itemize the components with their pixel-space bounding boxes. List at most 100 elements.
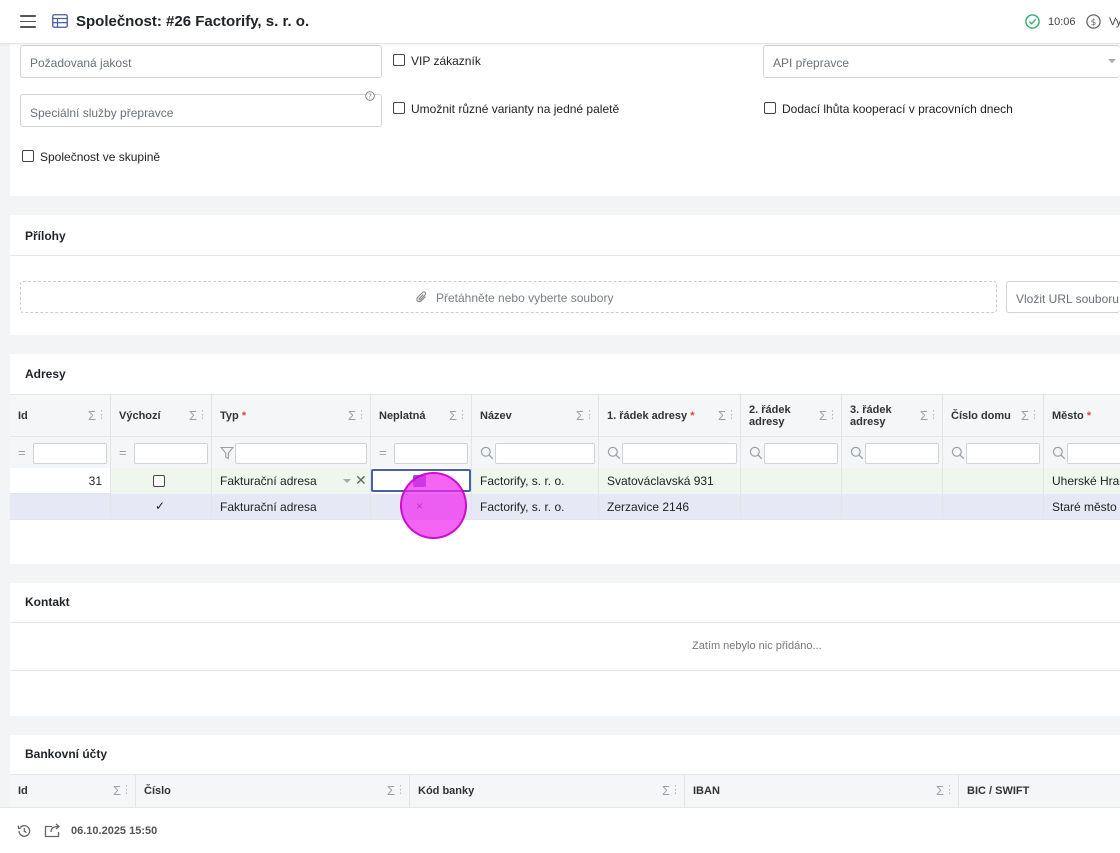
dollar-circle-icon[interactable]: $ [1086, 14, 1101, 29]
sum-icon[interactable]: Σ [920, 408, 928, 423]
filter-input[interactable] [495, 443, 595, 464]
table-row[interactable]: 31 Fakturační adresa ✕ Factorify, s. r. … [10, 468, 1120, 494]
special-services-field[interactable]: Speciální služby přepravce ? [20, 91, 382, 127]
search-icon[interactable] [850, 446, 864, 460]
equals-icon[interactable]: = [18, 445, 32, 460]
column-header-iban[interactable]: IBAN Σ ⋮ [685, 775, 959, 807]
name-cell[interactable]: Factorify, s. r. o. [472, 494, 599, 520]
funnel-icon[interactable] [220, 446, 234, 460]
chevron-down-icon[interactable] [343, 479, 351, 483]
city-cell[interactable]: Staré město [1044, 494, 1120, 520]
column-menu-icon[interactable]: ⋮ [121, 783, 132, 796]
sum-icon[interactable]: Σ [113, 783, 121, 798]
filter-input[interactable] [235, 443, 367, 464]
equals-icon[interactable]: = [379, 445, 393, 460]
menu-icon[interactable] [20, 15, 36, 28]
vip-checkbox[interactable] [393, 54, 405, 66]
column-header-line3[interactable]: 3. řádek adresy Σ ⋮ [842, 395, 943, 438]
column-header-city[interactable]: Město * [1044, 395, 1120, 438]
sum-icon[interactable]: Σ [819, 408, 827, 423]
column-menu-icon[interactable]: ⋮ [356, 408, 367, 421]
column-header-id[interactable]: Id Σ ⋮ [10, 395, 111, 438]
line2-cell[interactable] [741, 494, 842, 520]
column-header-bank-code[interactable]: Kód banky Σ ⋮ [410, 775, 685, 807]
search-icon[interactable] [607, 446, 621, 460]
file-url-input[interactable]: Vložit URL souboru z [1006, 281, 1120, 313]
column-menu-icon[interactable]: ⋮ [726, 408, 737, 421]
column-menu-icon[interactable]: ⋮ [1029, 408, 1040, 421]
default-cell[interactable] [111, 468, 212, 494]
city-cell[interactable]: Uherské Hradiště [1044, 468, 1120, 494]
filter-input[interactable] [966, 443, 1040, 464]
id-cell[interactable] [10, 494, 111, 520]
column-header-default[interactable]: Výchozí Σ ⋮ [111, 395, 212, 438]
sum-icon[interactable]: Σ [576, 408, 584, 423]
variants-checkbox[interactable] [393, 102, 405, 114]
help-icon[interactable]: ? [365, 91, 375, 101]
filter-input[interactable] [134, 443, 208, 464]
search-icon[interactable] [1052, 446, 1066, 460]
group-checkbox[interactable] [22, 150, 34, 162]
filter-input[interactable] [622, 443, 737, 464]
house-number-cell[interactable] [943, 468, 1044, 494]
search-icon[interactable] [749, 446, 763, 460]
name-cell[interactable]: Factorify, s. r. o. [472, 468, 599, 494]
default-checkbox[interactable] [153, 475, 165, 487]
filter-input[interactable] [33, 443, 107, 464]
line1-cell[interactable]: Zerzavice 2146 [599, 494, 741, 520]
line3-cell[interactable] [842, 468, 943, 494]
history-icon[interactable] [16, 823, 32, 839]
sum-icon[interactable]: Σ [449, 408, 457, 423]
sum-icon[interactable]: Σ [189, 408, 197, 423]
sum-icon[interactable]: Σ [88, 408, 96, 423]
column-header-name[interactable]: Název Σ ⋮ [472, 395, 599, 438]
default-cell[interactable]: ✓ [111, 494, 212, 520]
equals-icon[interactable]: = [119, 445, 133, 460]
required-quality-field[interactable]: Požadovaná jakost [20, 45, 382, 78]
column-header-bic[interactable]: BIC / SWIFT [959, 775, 1120, 807]
filter-input[interactable] [394, 443, 468, 464]
line3-cell[interactable] [842, 494, 943, 520]
sum-icon[interactable]: Σ [1021, 408, 1029, 423]
search-icon[interactable] [951, 446, 965, 460]
column-header-house-number[interactable]: Číslo domu Σ ⋮ [943, 395, 1044, 438]
house-number-cell[interactable] [943, 494, 1044, 520]
sum-icon[interactable]: Σ [348, 408, 356, 423]
delivery-checkbox[interactable] [764, 102, 776, 114]
column-header-type[interactable]: Typ * Σ ⋮ [212, 395, 371, 438]
column-header-id[interactable]: Id Σ ⋮ [10, 775, 136, 807]
column-menu-icon[interactable]: ⋮ [944, 783, 955, 796]
column-header-number[interactable]: Číslo Σ ⋮ [136, 775, 410, 807]
column-header-invalid[interactable]: Neplatná Σ ⋮ [371, 395, 472, 438]
filter-input[interactable] [1067, 443, 1120, 464]
column-menu-icon[interactable]: ⋮ [457, 408, 468, 421]
column-menu-icon[interactable]: ⋮ [197, 408, 208, 421]
sum-icon[interactable]: Σ [662, 783, 670, 798]
column-menu-icon[interactable]: ⋮ [395, 783, 406, 796]
filter-input[interactable] [865, 443, 939, 464]
column-menu-icon[interactable]: ⋮ [584, 408, 595, 421]
table-row[interactable]: ✓ Fakturační adresa × Factorify, s. r. o… [10, 494, 1120, 520]
type-cell[interactable]: Fakturační adresa ✕ [212, 468, 371, 494]
column-menu-icon[interactable]: ⋮ [928, 408, 939, 421]
check-circle-icon[interactable] [1025, 14, 1040, 29]
share-icon[interactable] [44, 822, 62, 838]
id-cell[interactable]: 31 [10, 468, 111, 494]
search-icon[interactable] [480, 446, 494, 460]
column-header-line1[interactable]: 1. řádek adresy * Σ ⋮ [599, 395, 741, 438]
sum-icon[interactable]: Σ [718, 408, 726, 423]
filter-input[interactable] [764, 443, 838, 464]
close-icon[interactable]: ✕ [355, 472, 367, 489]
carrier-api-select[interactable]: API přepravce [763, 45, 1120, 78]
column-menu-icon[interactable]: ⋮ [670, 783, 681, 796]
column-header-line2[interactable]: 2. řádek adresy Σ ⋮ [741, 395, 842, 438]
line2-cell[interactable] [741, 468, 842, 494]
file-dropzone[interactable]: Přetáhněte nebo vyberte soubory [20, 281, 997, 313]
line1-cell[interactable]: Svatováclavská 931 [599, 468, 741, 494]
user-menu-label[interactable]: Vy [1109, 16, 1120, 28]
column-menu-icon[interactable]: ⋮ [96, 408, 107, 421]
type-cell[interactable]: Fakturační adresa [212, 494, 371, 520]
sum-icon[interactable]: Σ [387, 783, 395, 798]
sum-icon[interactable]: Σ [936, 783, 944, 798]
column-menu-icon[interactable]: ⋮ [827, 408, 838, 421]
